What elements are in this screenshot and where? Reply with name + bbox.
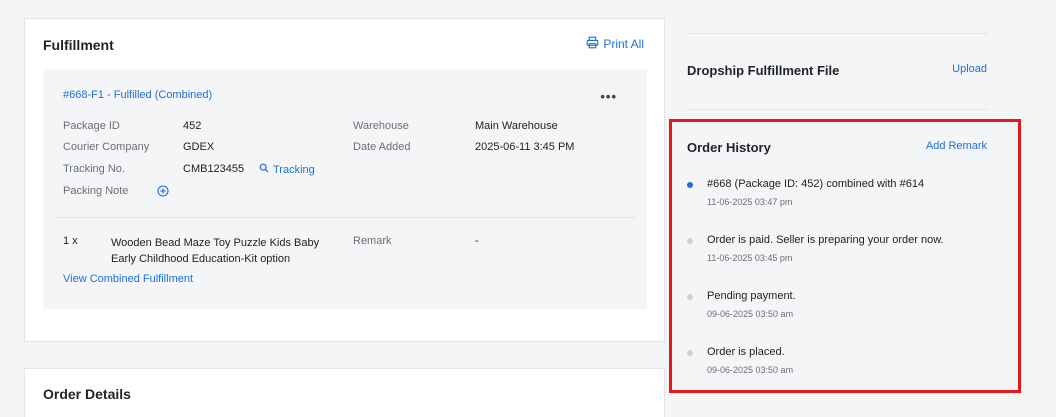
warehouse-value: Main Warehouse bbox=[475, 120, 558, 132]
package-id-value: 452 bbox=[183, 120, 202, 132]
more-horizontal-icon[interactable]: ••• bbox=[600, 89, 617, 104]
date-added-value: 2025-06-11 3:45 PM bbox=[475, 141, 575, 153]
warehouse-label: Warehouse bbox=[353, 120, 409, 132]
history-dot-icon bbox=[687, 294, 693, 300]
search-icon bbox=[259, 163, 269, 176]
remark-label: Remark bbox=[353, 235, 392, 247]
printer-icon bbox=[586, 36, 599, 52]
history-time: 11-06-2025 03:47 pm bbox=[707, 197, 793, 207]
tracking-link-label: Tracking bbox=[273, 163, 315, 176]
fulfillment-item-header[interactable]: #668-F1 - Fulfilled (Combined) bbox=[63, 89, 212, 101]
history-text: Order is paid. Seller is preparing your … bbox=[707, 234, 944, 246]
print-all-button[interactable]: Print All bbox=[586, 36, 644, 52]
history-dot-icon bbox=[687, 238, 693, 244]
history-dot-icon bbox=[687, 350, 693, 356]
order-history-title: Order History bbox=[687, 140, 771, 155]
history-time: 11-06-2025 03:45 pm bbox=[707, 253, 793, 263]
print-all-label: Print All bbox=[603, 37, 644, 51]
history-text: Pending payment. bbox=[707, 290, 796, 302]
order-details-card: Order Details bbox=[24, 368, 665, 417]
view-combined-fulfillment-link[interactable]: View Combined Fulfillment bbox=[63, 273, 193, 285]
add-remark-link[interactable]: Add Remark bbox=[926, 140, 987, 152]
dropship-title: Dropship Fulfillment File bbox=[687, 63, 840, 78]
courier-label: Courier Company bbox=[63, 141, 150, 153]
courier-value: GDEX bbox=[183, 141, 215, 153]
order-details-title: Order Details bbox=[43, 386, 131, 402]
right-divider-top bbox=[686, 33, 988, 34]
tracking-value: CMB123455 bbox=[183, 163, 245, 175]
tracking-link[interactable]: Tracking bbox=[259, 163, 315, 176]
fulfillment-item-box: #668-F1 - Fulfilled (Combined) ••• Packa… bbox=[43, 69, 647, 309]
fulfillment-divider bbox=[55, 217, 635, 218]
package-id-label: Package ID bbox=[63, 120, 120, 132]
date-added-label: Date Added bbox=[353, 141, 411, 153]
history-dot-icon bbox=[687, 182, 693, 188]
item-quantity: 1 x bbox=[63, 235, 78, 247]
history-time: 09-06-2025 03:50 am bbox=[707, 309, 794, 319]
fulfillment-title: Fulfillment bbox=[43, 37, 114, 53]
right-divider-bottom bbox=[686, 109, 988, 110]
tracking-label: Tracking No. bbox=[63, 163, 125, 175]
packing-note-label: Packing Note bbox=[63, 185, 129, 197]
history-text: Order is placed. bbox=[707, 346, 785, 358]
plus-circle-icon[interactable] bbox=[157, 184, 169, 202]
order-history-panel: Order History Add Remark #668 (Package I… bbox=[669, 119, 1021, 393]
item-name: Wooden Bead Maze Toy Puzzle Kids Baby Ea… bbox=[111, 237, 320, 265]
remark-value: - bbox=[475, 235, 479, 247]
history-text: #668 (Package ID: 452) combined with #61… bbox=[707, 178, 925, 190]
upload-link[interactable]: Upload bbox=[952, 63, 987, 75]
history-time: 09-06-2025 03:50 am bbox=[707, 365, 794, 375]
fulfillment-card: Fulfillment Print All #668-F1 - Fulfille… bbox=[24, 18, 665, 342]
